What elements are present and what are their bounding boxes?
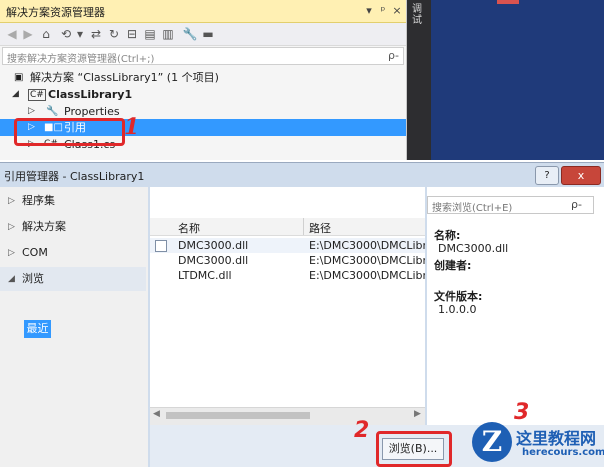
solution-label: 解决方案 “ClassLibrary1” (1 个项目) xyxy=(30,71,219,84)
preview-icon[interactable]: ▬ xyxy=(200,26,216,42)
detail-version-value: 1.0.0.0 xyxy=(438,303,477,316)
chevron-down-icon[interactable]: ▾ xyxy=(72,26,88,42)
solution-explorer-title: 解决方案资源管理器 xyxy=(6,6,105,19)
scroll-left-icon[interactable]: ◀ xyxy=(153,409,160,419)
home-icon[interactable]: ⌂ xyxy=(38,26,54,42)
solution-tree: ▣ 解决方案 “ClassLibrary1” (1 个项目) ◢ C# Clas… xyxy=(0,68,406,160)
nav-item-assemblies[interactable]: ▷ 程序集 xyxy=(0,189,146,213)
annotation-box-references xyxy=(14,118,125,146)
detail-creator-label: 创建者: xyxy=(434,259,472,272)
solution-search-box[interactable]: 搜索解决方案资源管理器(Ctrl+;) ρ- xyxy=(2,47,404,65)
nav-label: COM xyxy=(22,246,48,259)
nav-label: 解决方案 xyxy=(22,220,66,233)
solution-explorer-title-bar: 解决方案资源管理器 ▾ ᵖ × xyxy=(0,0,406,23)
show-all-files-icon[interactable]: ▤ xyxy=(142,26,158,42)
category-nav: ▷ 程序集 ▷ 解决方案 ▷ COM ◢ 浏览 最近 xyxy=(0,187,148,467)
nav-item-browse[interactable]: ◢ 浏览 xyxy=(0,267,146,291)
debug-tab-label: 调 试 xyxy=(412,4,422,26)
tree-node-project[interactable]: ◢ C# ClassLibrary1 xyxy=(0,86,406,103)
search-icon[interactable]: ρ- xyxy=(571,198,582,211)
scrollbar-thumb[interactable] xyxy=(166,412,310,419)
table-row[interactable]: DMC3000.dll E:\DMC3000\DMCLibra xyxy=(150,238,425,253)
column-divider[interactable] xyxy=(303,218,304,235)
watermark-url: herecours.com xyxy=(522,447,604,458)
watermark-logo-icon: Z xyxy=(472,422,512,462)
expand-arrow-icon: ▷ xyxy=(8,222,15,232)
reference-list-header: 名称 路径 xyxy=(150,218,425,236)
close-button[interactable]: x xyxy=(561,166,601,185)
row-path: E:\DMC3000\DMCLibra xyxy=(309,254,425,267)
annotation-step-2: 2 xyxy=(354,418,370,443)
tree-node-solution[interactable]: ▣ 解决方案 “ClassLibrary1” (1 个项目) xyxy=(0,69,406,86)
nav-item-com[interactable]: ▷ COM xyxy=(0,241,146,265)
annotation-step-1: 1 xyxy=(124,114,140,140)
red-marker xyxy=(497,0,519,4)
collapse-all-icon[interactable]: ⊟ xyxy=(124,26,140,42)
row-checkbox[interactable] xyxy=(155,240,167,252)
dialog-title: 引用管理器 - ClassLibrary1 xyxy=(4,170,145,183)
editor-background xyxy=(407,0,604,160)
properties-icon[interactable]: ▥ xyxy=(160,26,176,42)
forward-icon[interactable]: ▶ xyxy=(20,26,36,42)
row-name: LTDMC.dll xyxy=(178,269,232,282)
detail-name-label: 名称: xyxy=(434,229,461,242)
annotation-step-3: 3 xyxy=(514,400,530,425)
scroll-right-icon[interactable]: ▶ xyxy=(414,409,421,419)
project-label: ClassLibrary1 xyxy=(48,88,133,101)
back-icon[interactable]: ◀ xyxy=(4,26,20,42)
search-icon[interactable]: ρ- xyxy=(388,49,399,62)
expand-arrow-icon: ▷ xyxy=(8,248,15,258)
expand-arrow-icon[interactable]: ◢ xyxy=(12,86,19,103)
nav-item-recent[interactable]: 最近 xyxy=(24,320,51,338)
solution-search-placeholder: 搜索解决方案资源管理器(Ctrl+;) xyxy=(7,54,155,65)
row-name: DMC3000.dll xyxy=(178,239,249,252)
row-name: DMC3000.dll xyxy=(178,254,249,267)
nav-item-solution[interactable]: ▷ 解决方案 xyxy=(0,215,146,239)
solution-explorer-toolbar: ◀ ▶ ⌂ ⟲ ▾ ⇄ ↻ ⊟ ▤ ▥ 🔧 ▬ xyxy=(0,23,406,46)
wrench-icon[interactable]: 🔧 xyxy=(182,26,198,42)
close-icon[interactable]: × xyxy=(390,4,404,18)
browse-search-placeholder: 搜索浏览(Ctrl+E) xyxy=(432,203,513,214)
annotation-box-browse xyxy=(376,431,452,467)
refresh-icon[interactable]: ↻ xyxy=(106,26,122,42)
column-header-path[interactable]: 路径 xyxy=(309,220,331,236)
sync-icon[interactable]: ⇄ xyxy=(88,26,104,42)
pin-icon[interactable]: ᵖ xyxy=(376,4,390,18)
detail-name-value: DMC3000.dll xyxy=(438,242,509,255)
dropdown-icon[interactable]: ▾ xyxy=(362,4,376,18)
expanded-arrow-icon: ◢ xyxy=(8,274,15,284)
nav-label: 浏览 xyxy=(22,272,44,285)
row-path: E:\DMC3000\DMCLibra xyxy=(309,269,425,282)
detail-version-label: 文件版本: xyxy=(434,290,483,303)
csharp-project-icon: C# xyxy=(28,89,46,101)
solution-icon: ▣ xyxy=(14,72,24,83)
table-row[interactable]: DMC3000.dll E:\DMC3000\DMCLibra xyxy=(150,253,425,268)
nav-label: 程序集 xyxy=(22,194,55,207)
table-row[interactable]: LTDMC.dll E:\DMC3000\DMCLibra xyxy=(150,268,425,283)
column-header-name[interactable]: 名称 xyxy=(178,220,200,236)
row-path: E:\DMC3000\DMCLibra xyxy=(309,239,425,252)
help-button[interactable]: ? xyxy=(535,166,559,185)
watermark-title: 这里教程网 xyxy=(516,429,597,448)
expand-arrow-icon: ▷ xyxy=(8,196,15,206)
